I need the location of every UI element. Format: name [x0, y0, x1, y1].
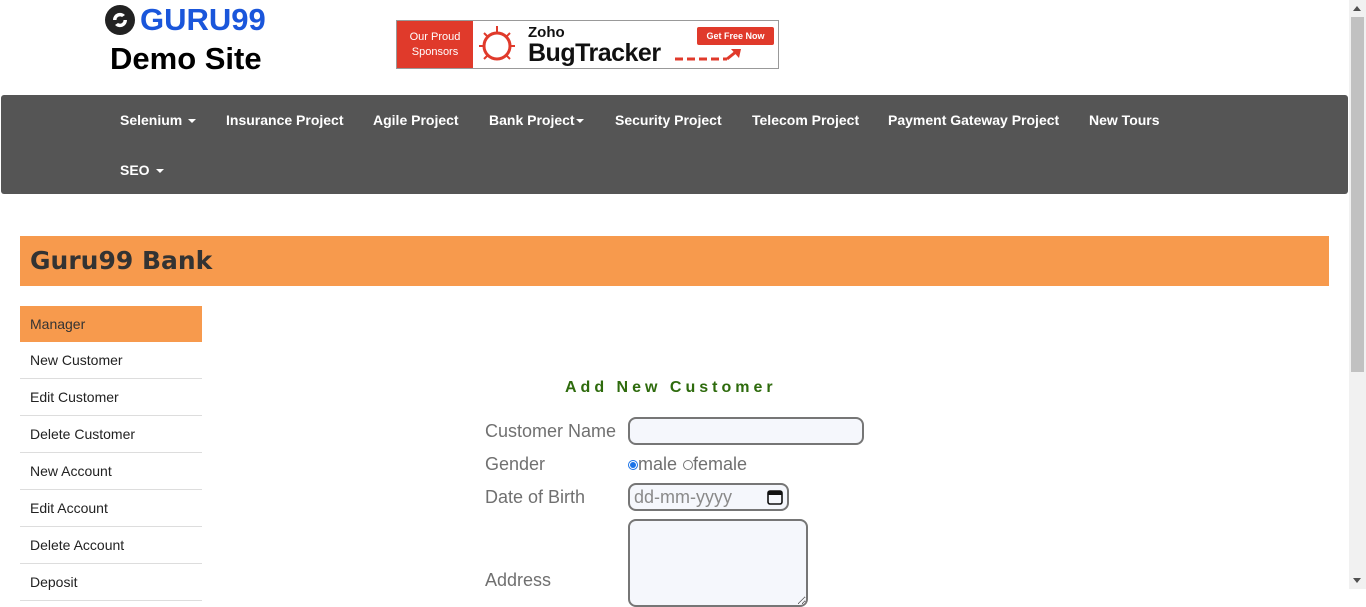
nav-selenium-label: Selenium [120, 112, 183, 128]
sidebar-item-deposit[interactable]: Deposit [20, 564, 202, 601]
chevron-down-icon [188, 119, 197, 124]
nav-bank-project[interactable]: Bank Project [489, 112, 584, 128]
sponsor-cta-button[interactable]: Get Free Now [697, 27, 774, 45]
form-title: Add New Customer [565, 379, 777, 396]
gender-label: Gender [485, 454, 546, 474]
sidebar-item-new-account[interactable]: New Account [20, 453, 202, 490]
sidebar-menu: Manager New Customer Edit Customer Delet… [20, 306, 202, 601]
bank-title: Guru99 Bank [30, 246, 213, 275]
dob-input[interactable]: dd-mm-yyyy [628, 483, 789, 511]
main-navbar: Selenium Insurance Project Agile Project… [1, 95, 1348, 194]
nav-seo-label: SEO [120, 162, 150, 178]
dob-placeholder: dd-mm-yyyy [634, 487, 732, 507]
site-logo[interactable]: GURU99 [104, 4, 284, 36]
address-label: Address [485, 570, 552, 590]
scroll-down-icon[interactable] [1353, 578, 1361, 583]
gender-male-label: male [638, 454, 678, 474]
sidebar-item-new-customer[interactable]: New Customer [20, 342, 202, 379]
bank-banner: Guru99 Bank [20, 236, 1329, 286]
customer-name-input[interactable] [628, 417, 864, 445]
sponsor-brand-big: BugTracker [528, 39, 661, 67]
gender-female-label: female [693, 454, 748, 474]
chevron-down-icon [155, 169, 164, 174]
customer-name-label: Customer Name [485, 421, 617, 441]
chevron-down-icon [575, 119, 584, 124]
logo-text: GURU99 [140, 2, 266, 37]
site-subtitle: Demo Site [110, 41, 262, 76]
sidebar-item-delete-customer[interactable]: Delete Customer [20, 416, 202, 453]
arrow-icon [675, 49, 741, 61]
nav-bank-project-label: Bank Project [489, 112, 575, 128]
sidebar-item-delete-account[interactable]: Delete Account [20, 527, 202, 564]
dob-label: Date of Birth [485, 487, 586, 507]
page-scrollbar[interactable] [1349, 0, 1366, 589]
nav-selenium[interactable]: Selenium [120, 112, 197, 128]
sponsor-banner[interactable]: Our Proud Sponsors Zoho BugTracker Get F… [396, 20, 779, 69]
scroll-up-icon[interactable] [1353, 6, 1361, 11]
nav-payment-gateway-project[interactable]: Payment Gateway Project [888, 112, 1059, 128]
sponsor-label-line1: Our Proud [409, 30, 461, 43]
bugtracker-logo-icon [473, 21, 521, 68]
sidebar-item-edit-customer[interactable]: Edit Customer [20, 379, 202, 416]
gender-female-radio[interactable] [683, 459, 694, 470]
nav-seo[interactable]: SEO [120, 162, 164, 178]
sponsor-label-line2: Sponsors [411, 45, 459, 58]
nav-agile-project[interactable]: Agile Project [373, 112, 459, 128]
sponsor-label: Our Proud Sponsors [397, 21, 473, 68]
nav-security-project[interactable]: Security Project [615, 112, 722, 128]
sidebar-item-manager[interactable]: Manager [20, 306, 202, 342]
nav-insurance-project[interactable]: Insurance Project [226, 112, 344, 128]
calendar-icon[interactable] [767, 489, 783, 505]
address-textarea[interactable] [628, 519, 808, 607]
guru99-logo-icon [105, 5, 135, 35]
sidebar-item-edit-account[interactable]: Edit Account [20, 490, 202, 527]
nav-telecom-project[interactable]: Telecom Project [752, 112, 859, 128]
scroll-thumb[interactable] [1351, 17, 1364, 372]
nav-new-tours[interactable]: New Tours [1089, 112, 1160, 128]
gender-radio-group: male female [628, 454, 747, 475]
gender-male-radio[interactable] [628, 459, 638, 470]
